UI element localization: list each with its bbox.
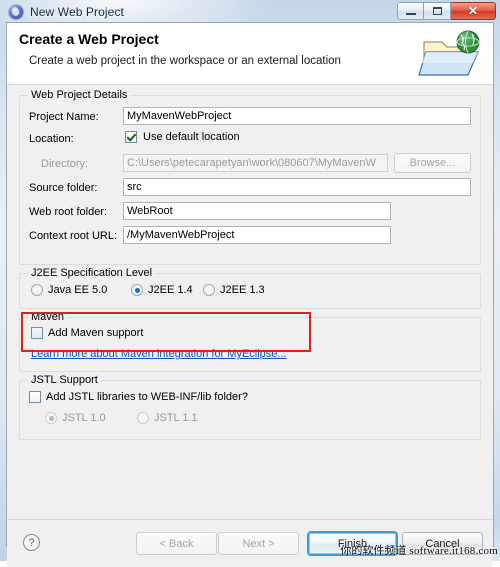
window-title: New Web Project (30, 5, 124, 19)
source-folder-label-row: Source folder: (29, 182, 97, 194)
radio-jstl-11[interactable]: JSTL 1.1 (137, 412, 198, 424)
context-root-url-label: Context root URL: (29, 230, 118, 242)
dialog-window: Create a Web Project Create a web projec… (6, 22, 494, 567)
web-folder-globe-icon (416, 28, 486, 80)
web-root-folder-label: Web root folder: (29, 206, 108, 218)
window-controls: ✕ (397, 2, 496, 20)
j2ee-14-radio[interactable] (131, 284, 143, 296)
context-root-url-label-row: Context root URL: (29, 230, 117, 242)
source-folder-input[interactable] (123, 178, 471, 196)
jstl-11-radio[interactable] (137, 412, 149, 424)
minimize-button[interactable] (397, 2, 424, 20)
add-maven-support-label: Add Maven support (48, 327, 144, 339)
field-project-name: Project Name: (29, 111, 121, 123)
window-titlebar[interactable]: New Web Project ✕ (0, 0, 500, 24)
directory-label: Directory: (41, 158, 89, 170)
group-maven: Maven (19, 311, 481, 372)
page-title: Create a Web Project (19, 31, 159, 47)
minimize-icon (405, 13, 416, 15)
back-button[interactable]: < Back (136, 532, 217, 555)
directory-label-row: Directory: (41, 158, 88, 170)
radio-java-ee-50[interactable]: Java EE 5.0 (31, 284, 107, 296)
use-default-location-checkbox[interactable] (125, 131, 137, 143)
add-jstl-label: Add JSTL libraries to WEB-INF/lib folder… (46, 391, 248, 403)
use-default-location-row[interactable]: Use default location (125, 131, 240, 143)
radio-jstl-10[interactable]: JSTL 1.0 (45, 412, 106, 424)
add-maven-support-row[interactable]: Add Maven support (31, 327, 143, 339)
group-label-jstl-support: JSTL Support (28, 374, 101, 386)
jstl-10-label: JSTL 1.0 (62, 412, 106, 424)
maximize-button[interactable] (424, 2, 451, 20)
next-button[interactable]: Next > (218, 532, 299, 555)
web-root-folder-input[interactable] (123, 202, 391, 220)
help-icon[interactable]: ? (23, 534, 40, 551)
project-name-input[interactable] (123, 107, 471, 125)
java-ee-50-radio[interactable] (31, 284, 43, 296)
use-default-location-label: Use default location (143, 131, 240, 143)
radio-j2ee-14[interactable]: J2EE 1.4 (131, 284, 193, 296)
add-jstl-row[interactable]: Add JSTL libraries to WEB-INF/lib folder… (29, 391, 248, 403)
radio-j2ee-13[interactable]: J2EE 1.3 (203, 284, 265, 296)
j2ee-14-label: J2EE 1.4 (148, 284, 193, 296)
location-label-row: Location: (29, 133, 121, 145)
browse-button[interactable]: Browse... (394, 153, 471, 173)
group-label-maven: Maven (28, 311, 68, 323)
myeclipse-icon (8, 4, 24, 20)
j2ee-13-radio[interactable] (203, 284, 215, 296)
wizard-content: Web Project Details Project Name: Locati… (7, 85, 493, 519)
add-maven-support-checkbox[interactable] (31, 327, 43, 339)
maximize-icon (432, 7, 442, 15)
maven-learn-more-link[interactable]: Learn more about Maven integration for M… (31, 348, 287, 360)
wizard-banner: Create a Web Project Create a web projec… (7, 23, 493, 85)
directory-input[interactable] (123, 154, 388, 172)
source-folder-label: Source folder: (29, 182, 98, 194)
watermark-cn: 你的软件频道 (340, 544, 407, 557)
watermark-en: software.it168.com (409, 545, 498, 557)
jstl-11-label: JSTL 1.1 (154, 412, 198, 424)
add-jstl-checkbox[interactable] (29, 391, 41, 403)
project-name-label: Project Name: (29, 111, 99, 123)
jstl-10-radio[interactable] (45, 412, 57, 424)
close-button[interactable]: ✕ (451, 2, 496, 20)
group-label-j2ee-spec: J2EE Specification Level (28, 267, 156, 279)
group-jstl-support: JSTL Support (19, 374, 481, 440)
context-root-url-input[interactable] (123, 226, 391, 244)
group-label-web-project-details: Web Project Details (28, 89, 131, 101)
java-ee-50-label: Java EE 5.0 (48, 284, 108, 296)
j2ee-13-label: J2EE 1.3 (220, 284, 265, 296)
web-root-folder-label-row: Web root folder: (29, 206, 107, 218)
location-label: Location: (29, 133, 74, 145)
watermark: 你的软件频道 software.it168.com (340, 542, 498, 558)
page-subtitle: Create a web project in the workspace or… (29, 55, 341, 67)
